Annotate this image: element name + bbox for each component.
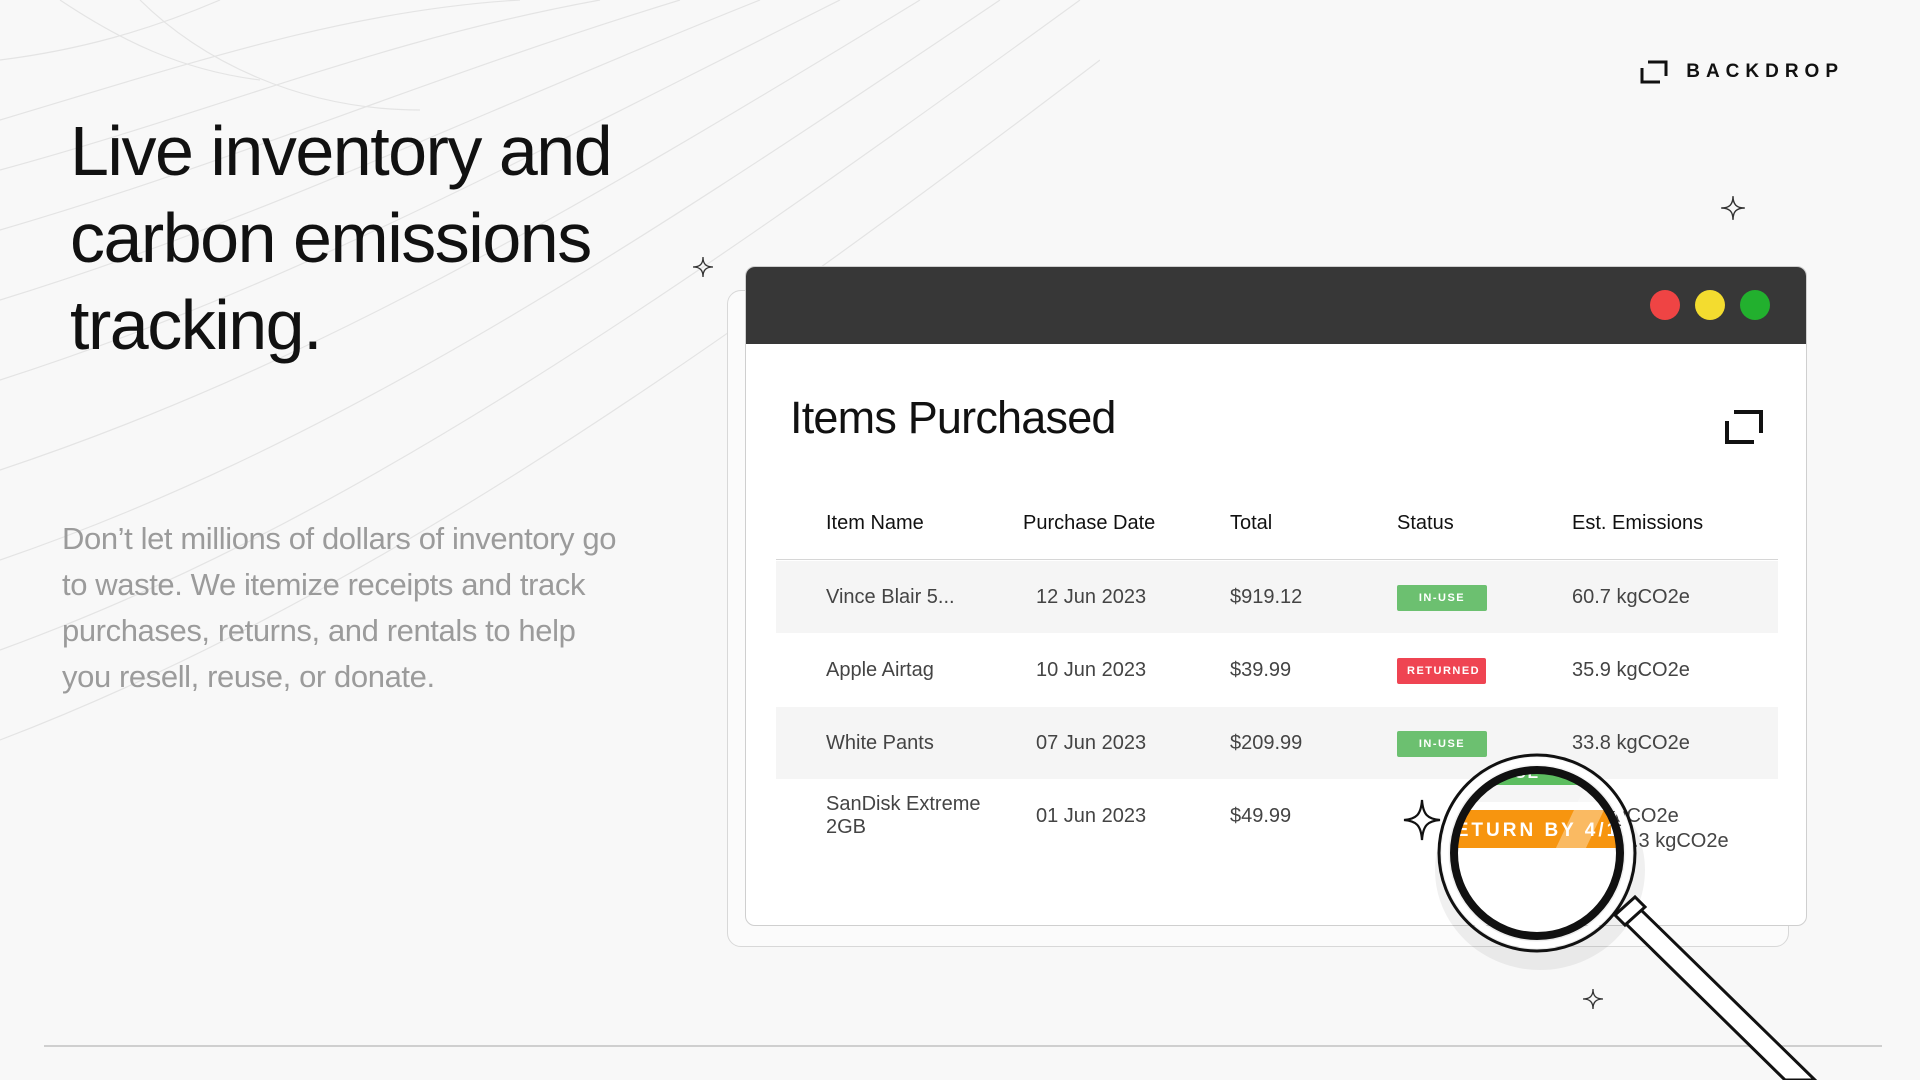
- backdrop-logo-icon: [1640, 60, 1668, 84]
- column-header-status[interactable]: Status: [1397, 512, 1572, 535]
- est-emissions: 35.9 kgCO2e: [1572, 658, 1690, 681]
- item-total: $919.12: [1230, 585, 1303, 608]
- table-row[interactable]: Vince Blair 5... 12 Jun 2023 $919.12 IN-…: [776, 561, 1778, 633]
- magnifier-illustration: IN-USE RETURN BY 4/15: [1403, 753, 1818, 1080]
- status-badge: RETURNED: [1397, 657, 1486, 684]
- column-header-total[interactable]: Total: [1230, 512, 1397, 535]
- status-cell: IN-USE: [1397, 584, 1572, 611]
- expand-icon[interactable]: [1724, 409, 1764, 445]
- hero-headline: Live inventory and carbon emissions trac…: [70, 112, 613, 364]
- table-row[interactable]: Apple Airtag 10 Jun 2023 $39.99 RETURNED…: [776, 634, 1778, 706]
- brand-name: BACKDROP: [1686, 61, 1844, 82]
- item-name: Vince Blair 5...: [826, 585, 955, 608]
- brand-logo[interactable]: BACKDROP: [1640, 60, 1844, 84]
- status-cell: RETURNED: [1397, 657, 1572, 684]
- sparkle-icon: [692, 256, 714, 278]
- magnifier-handle: [1612, 894, 1818, 1080]
- card-title: Items Purchased: [790, 392, 1116, 443]
- est-emissions: 60.7 kgCO2e: [1572, 585, 1690, 608]
- sparkle-icon: [1721, 196, 1745, 220]
- item-name: SanDisk Extreme 2GB: [826, 793, 981, 838]
- window-maximize-button[interactable]: [1740, 290, 1770, 320]
- window-minimize-button[interactable]: [1695, 290, 1725, 320]
- column-header-item[interactable]: Item Name: [776, 512, 1023, 535]
- item-total: $49.99: [1230, 804, 1292, 827]
- window-close-button[interactable]: [1650, 290, 1680, 320]
- purchase-date: 07 Jun 2023: [1036, 731, 1147, 754]
- window-titlebar: [746, 267, 1806, 344]
- return-by-badge: RETURN BY 4/15: [1439, 820, 1634, 841]
- item-total: $39.99: [1230, 658, 1292, 681]
- item-total: $209.99: [1230, 731, 1303, 754]
- status-badge: IN-USE: [1397, 584, 1487, 611]
- purchase-date: 01 Jun 2023: [1036, 804, 1147, 827]
- column-header-date[interactable]: Purchase Date: [1023, 512, 1230, 535]
- purchase-date: 10 Jun 2023: [1036, 658, 1147, 681]
- hero-body: Don’t let millions of dollars of invento…: [62, 521, 617, 694]
- column-header-emissions[interactable]: Est. Emissions: [1572, 512, 1778, 535]
- sparkle-icon: [1403, 799, 1441, 841]
- item-name: Apple Airtag: [826, 658, 934, 681]
- purchase-date: 12 Jun 2023: [1036, 585, 1147, 608]
- item-name: White Pants: [826, 731, 934, 754]
- table-header: Item Name Purchase Date Total Status Est…: [776, 447, 1778, 560]
